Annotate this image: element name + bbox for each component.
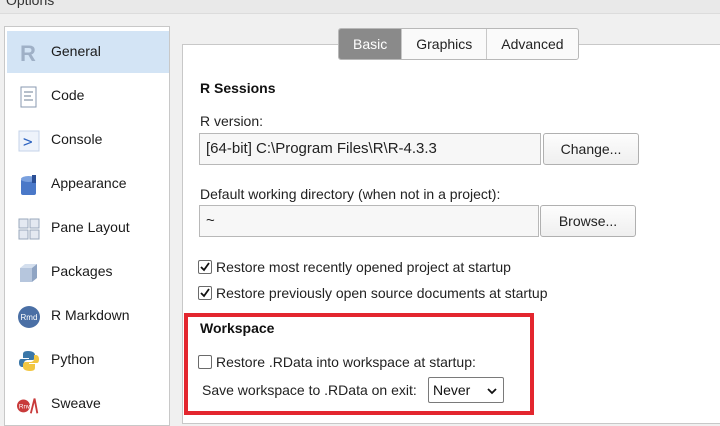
change-button[interactable]: Change...: [543, 133, 639, 165]
sidebar-item-code[interactable]: Code: [7, 75, 169, 117]
workspace-heading: Workspace: [200, 320, 275, 336]
restore-rdata-label: Restore .RData into workspace at startup…: [216, 354, 476, 370]
console-prompt-icon: >: [17, 129, 41, 153]
sidebar-item-packages[interactable]: Packages: [7, 251, 169, 293]
r-sessions-heading: R Sessions: [200, 80, 276, 96]
sidebar-item-pane-layout[interactable]: Pane Layout: [7, 207, 169, 249]
tab-advanced[interactable]: Advanced: [486, 29, 577, 59]
sidebar-item-label: General: [51, 43, 101, 59]
working-dir-field: ~: [199, 205, 539, 237]
svg-text:Rmd: Rmd: [21, 313, 38, 322]
sidebar-item-general[interactable]: R General: [7, 31, 169, 73]
restore-docs-label: Restore previously open source documents…: [216, 285, 548, 301]
checkmark-icon: [200, 288, 210, 298]
options-sidebar: R General Code > Console Appearance Pane…: [4, 26, 170, 426]
restore-rdata-row[interactable]: Restore .RData into workspace at startup…: [198, 352, 476, 372]
sidebar-item-label: Appearance: [51, 175, 127, 191]
chevron-down-icon: [486, 384, 498, 400]
rmarkdown-icon: Rmd: [17, 305, 41, 329]
sweave-pdf-icon: Rnw: [17, 393, 41, 417]
code-document-icon: [17, 85, 41, 109]
options-tabs: Basic Graphics Advanced: [338, 28, 579, 60]
window-titlebar: Options: [0, 0, 720, 14]
sidebar-item-label: Pane Layout: [51, 219, 130, 235]
sidebar-item-label: Code: [51, 87, 85, 103]
sidebar-item-label: Packages: [51, 263, 113, 279]
checkmark-icon: [200, 262, 210, 272]
appearance-paint-icon: [17, 173, 41, 197]
pane-layout-icon: [17, 217, 41, 241]
r-version-field: [64-bit] C:\Program Files\R\R-4.3.3: [199, 133, 541, 165]
packages-box-icon: [17, 261, 41, 285]
restore-project-row[interactable]: Restore most recently opened project at …: [198, 257, 511, 277]
sidebar-item-r-markdown[interactable]: Rmd R Markdown: [7, 295, 169, 337]
tab-graphics[interactable]: Graphics: [401, 29, 486, 59]
restore-project-label: Restore most recently opened project at …: [216, 259, 511, 275]
sidebar-item-label: R Markdown: [51, 307, 130, 323]
r-logo-icon: R: [17, 41, 41, 65]
sidebar-item-python[interactable]: Python: [7, 339, 169, 381]
tab-basic[interactable]: Basic: [339, 29, 402, 59]
save-workspace-select[interactable]: Never: [428, 377, 504, 403]
sidebar-item-label: Python: [51, 351, 95, 367]
restore-docs-checkbox[interactable]: [198, 286, 212, 300]
sidebar-item-console[interactable]: > Console: [7, 119, 169, 161]
python-logo-icon: [17, 349, 41, 373]
restore-docs-row[interactable]: Restore previously open source documents…: [198, 283, 548, 303]
restore-rdata-checkbox[interactable]: [198, 355, 212, 369]
sidebar-item-label: Console: [51, 131, 103, 147]
working-dir-label: Default working directory (when not in a…: [200, 186, 501, 202]
sidebar-item-sweave[interactable]: Rnw Sweave: [7, 383, 169, 425]
svg-text:R: R: [20, 41, 36, 65]
sidebar-item-appearance[interactable]: Appearance: [7, 163, 169, 205]
svg-text:>: >: [23, 132, 33, 151]
save-workspace-value: Never: [433, 382, 471, 398]
browse-button[interactable]: Browse...: [540, 205, 636, 237]
save-workspace-label: Save workspace to .RData on exit:: [202, 382, 417, 398]
sidebar-item-label: Sweave: [51, 395, 101, 411]
r-version-label: R version:: [200, 113, 264, 129]
restore-project-checkbox[interactable]: [198, 260, 212, 274]
svg-text:Rnw: Rnw: [19, 404, 32, 411]
window-title: Options: [6, 0, 55, 8]
